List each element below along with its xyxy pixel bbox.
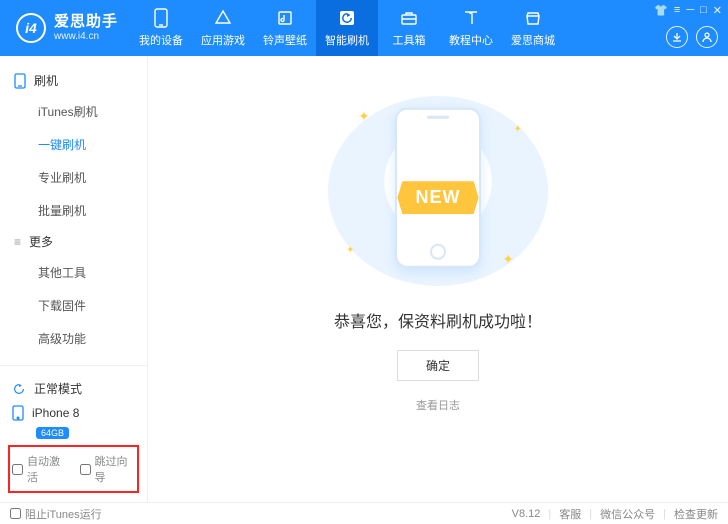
sidebar-item-onekey[interactable]: 一键刷机	[0, 128, 147, 161]
main-content: ✦ ✦ ✦ ✦ NEW 恭喜您，保资料刷机成功啦！ 确定 查看日志	[148, 56, 728, 502]
sidebar: 刷机 iTunes刷机 一键刷机 专业刷机 批量刷机 ≡ 更多 其他工具 下载固…	[0, 56, 148, 502]
minimize-icon[interactable]: ─	[686, 4, 694, 17]
view-log-link[interactable]: 查看日志	[416, 397, 460, 413]
phone-icon	[14, 73, 26, 89]
nav-toolbox[interactable]: 工具箱	[378, 0, 440, 56]
logo-icon: i4	[16, 13, 46, 43]
close-icon[interactable]: ✕	[713, 4, 722, 17]
brand-name: 爱思助手	[54, 14, 118, 31]
refresh-icon	[12, 382, 26, 396]
check-auto-activate[interactable]: 自动激活	[12, 453, 68, 485]
version-label: V8.12	[512, 508, 541, 520]
success-illustration: ✦ ✦ ✦ ✦ NEW	[328, 96, 548, 286]
list-icon: ≡	[14, 235, 21, 249]
sidebar-item-batch[interactable]: 批量刷机	[0, 194, 147, 227]
sidebar-item-itunes[interactable]: iTunes刷机	[0, 95, 147, 128]
sidebar-group-more[interactable]: ≡ 更多	[0, 227, 147, 256]
nav-label: 应用游戏	[201, 32, 245, 48]
nav-label: 我的设备	[139, 32, 183, 48]
window-controls: 👕 ≡ ─ □ ✕	[654, 4, 722, 17]
brand-url: www.i4.cn	[54, 31, 118, 42]
check-skip-guide[interactable]: 跳过向导	[80, 453, 136, 485]
nav-label: 智能刷机	[325, 32, 369, 48]
check-label: 跳过向导	[95, 453, 136, 485]
check-label: 阻止iTunes运行	[25, 506, 102, 522]
skin-icon[interactable]: 👕	[654, 4, 668, 17]
phone-icon	[12, 405, 24, 421]
support-link[interactable]: 客服	[559, 506, 581, 522]
store-icon	[523, 8, 543, 28]
note-icon	[275, 8, 295, 28]
mode-label: 正常模式	[34, 380, 82, 397]
nav-apps[interactable]: 应用游戏	[192, 0, 254, 56]
sidebar-item-other[interactable]: 其他工具	[0, 256, 147, 289]
ok-button[interactable]: 确定	[397, 350, 479, 381]
logo[interactable]: i4 爱思助手 www.i4.cn	[0, 13, 130, 43]
download-button[interactable]	[666, 26, 688, 48]
nav-flash[interactable]: 智能刷机	[316, 0, 378, 56]
nav-tutorial[interactable]: 教程中心	[440, 0, 502, 56]
bottom-checks: 自动激活 跳过向导	[8, 445, 139, 493]
group-label: 更多	[29, 233, 53, 250]
success-message: 恭喜您，保资料刷机成功啦！	[334, 308, 542, 332]
sidebar-item-download[interactable]: 下载固件	[0, 289, 147, 322]
new-ribbon: NEW	[398, 181, 479, 214]
nav-ringtone[interactable]: 铃声壁纸	[254, 0, 316, 56]
device-label: iPhone 8	[32, 406, 79, 420]
user-button[interactable]	[696, 26, 718, 48]
maximize-icon[interactable]: □	[700, 4, 707, 17]
phone-icon	[151, 8, 171, 28]
nav-label: 工具箱	[393, 32, 426, 48]
wechat-link[interactable]: 微信公众号	[600, 506, 655, 522]
group-label: 刷机	[34, 72, 58, 89]
toolbox-icon	[399, 8, 419, 28]
top-nav: 我的设备 应用游戏 铃声壁纸 智能刷机 工具箱 教程中心 爱思商城	[130, 0, 564, 56]
menu-icon[interactable]: ≡	[674, 4, 680, 17]
mode-row[interactable]: 正常模式	[12, 376, 135, 401]
nav-my-device[interactable]: 我的设备	[130, 0, 192, 56]
sidebar-group-flash[interactable]: 刷机	[0, 66, 147, 95]
device-row[interactable]: iPhone 8	[12, 401, 135, 425]
nav-label: 爱思商城	[511, 32, 555, 48]
sidebar-item-advanced[interactable]: 高级功能	[0, 322, 147, 355]
update-link[interactable]: 检查更新	[674, 506, 718, 522]
refresh-icon	[337, 8, 357, 28]
storage-badge: 64GB	[36, 427, 69, 439]
footer: 阻止iTunes运行 V8.12 | 客服 | 微信公众号 | 检查更新	[0, 502, 728, 524]
header: i4 爱思助手 www.i4.cn 我的设备 应用游戏 铃声壁纸 智能刷机 工具…	[0, 0, 728, 56]
check-label: 自动激活	[27, 453, 68, 485]
nav-label: 教程中心	[449, 32, 493, 48]
nav-label: 铃声壁纸	[263, 32, 307, 48]
check-block-itunes[interactable]: 阻止iTunes运行	[10, 506, 102, 522]
book-icon	[461, 8, 481, 28]
nav-store[interactable]: 爱思商城	[502, 0, 564, 56]
sidebar-item-pro[interactable]: 专业刷机	[0, 161, 147, 194]
apps-icon	[213, 8, 233, 28]
